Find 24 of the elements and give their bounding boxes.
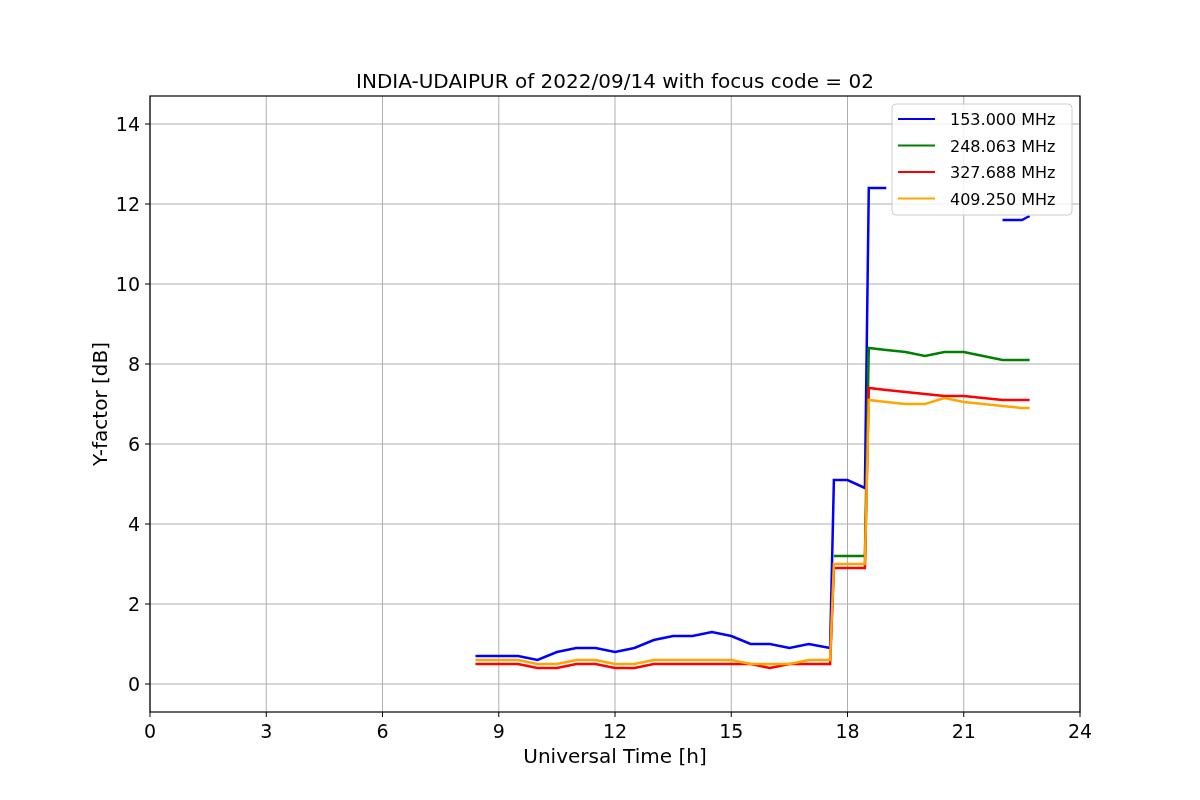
y-axis-label: Y-factor [dB] (88, 342, 112, 466)
y-tick-label: 14 (115, 113, 140, 135)
x-tick-label: 24 (1067, 720, 1093, 742)
y-tick-label: 8 (127, 353, 140, 375)
x-tick-label: 15 (719, 720, 744, 742)
legend-label: 327.688 MHz (950, 163, 1056, 182)
x-axis-label: Universal Time [h] (523, 744, 707, 768)
y-tick-label: 10 (115, 273, 140, 295)
y-tick-label: 6 (127, 433, 140, 455)
y-tick-label: 0 (127, 673, 140, 695)
legend-label: 153.000 MHz (950, 110, 1056, 129)
x-tick-label: 0 (143, 720, 157, 742)
x-tick-label: 12 (602, 720, 628, 742)
y-tick-label: 2 (127, 593, 140, 615)
x-tick-label: 18 (835, 720, 860, 742)
legend-label: 248.063 MHz (950, 136, 1056, 156)
x-tick-label: 9 (492, 720, 505, 742)
x-tick-label: 3 (260, 720, 273, 742)
y-tick-label: 12 (115, 193, 140, 215)
legend-label: 409.250 MHz (950, 189, 1056, 209)
x-tick-label: 6 (376, 720, 389, 742)
chart-title: INDIA-UDAIPUR of 2022/09/14 with focus code = 02 (356, 69, 874, 93)
x-tick-label: 21 (951, 720, 976, 742)
y-tick-label: 4 (127, 513, 140, 535)
